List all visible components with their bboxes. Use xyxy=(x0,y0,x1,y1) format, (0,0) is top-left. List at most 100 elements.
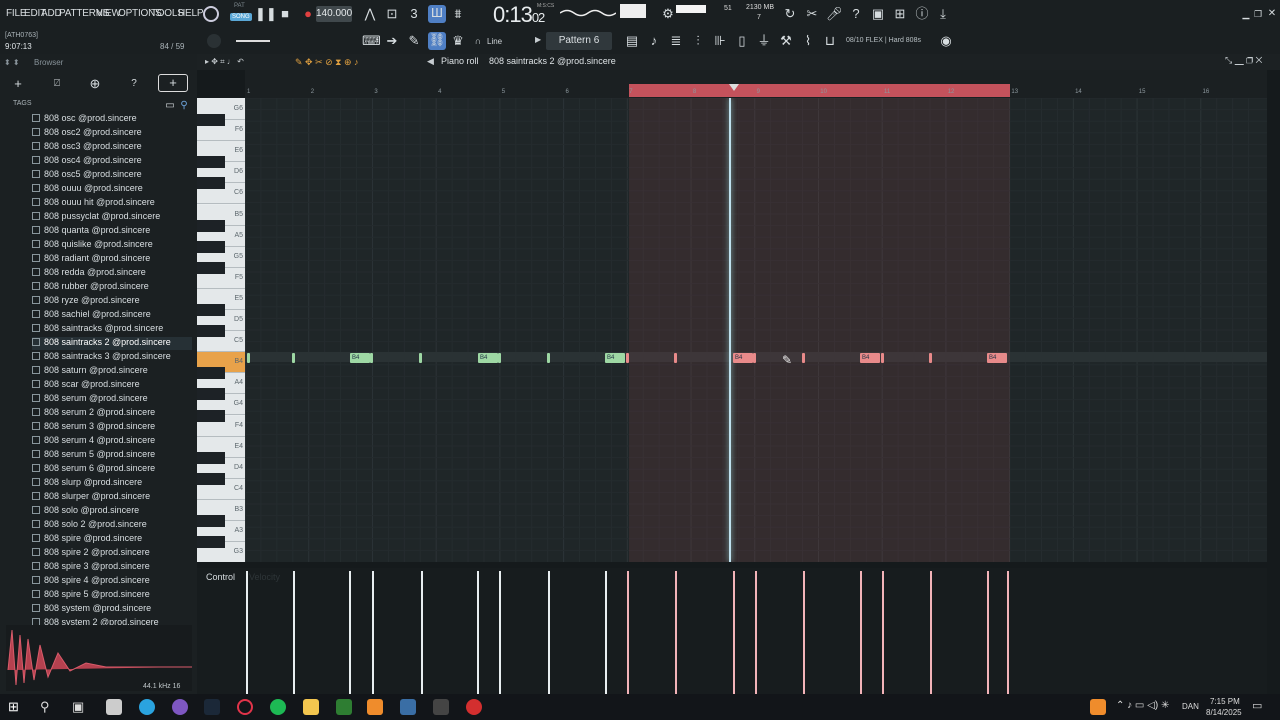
browser-item[interactable]: 808 ouuu hit @prod.sincere xyxy=(32,197,192,210)
browser-item[interactable]: 808 serum 2 @prod.sincere xyxy=(32,407,192,420)
snap-select[interactable]: Line xyxy=(487,37,502,46)
velocity-bar[interactable] xyxy=(421,571,423,694)
piano-black-key[interactable] xyxy=(197,156,225,169)
excel-app-icon[interactable] xyxy=(336,699,352,715)
browser-item[interactable]: 808 solo @prod.sincere xyxy=(32,505,192,518)
curve-icon[interactable]: ⍁ xyxy=(49,76,65,92)
browser-item[interactable]: 808 solo 2 @prod.sincere xyxy=(32,519,192,532)
browser-item[interactable]: 808 pussyclat @prod.sincere xyxy=(32,211,192,224)
pattern-selector[interactable]: Pattern 6 xyxy=(546,32,612,50)
browser-item[interactable]: 808 spire 2 @prod.sincere xyxy=(32,547,192,560)
velocity-bar[interactable] xyxy=(627,571,629,694)
telegram-app-icon[interactable] xyxy=(139,699,155,715)
file-icon[interactable]: ▯ xyxy=(734,33,750,49)
note[interactable] xyxy=(929,353,932,363)
timeline-ruler[interactable]: 1 2 3 4 5 6 7 8 9 10 11 12 13 14 15 16 xyxy=(245,70,1267,98)
browser-item[interactable]: 808 ryze @prod.sincere xyxy=(32,295,192,308)
main-volume-knob[interactable] xyxy=(207,34,221,48)
mixer-icon[interactable]: ⫶ xyxy=(690,33,706,49)
brush-icon[interactable]: ⌇ xyxy=(800,33,816,49)
mode-pat[interactable]: PAT xyxy=(234,3,245,9)
browser-item[interactable]: 808 radiant @prod.sincere xyxy=(32,253,192,266)
note[interactable] xyxy=(292,353,295,363)
speaker-icon[interactable]: ◀ xyxy=(427,56,434,67)
download-icon[interactable]: ⤓ xyxy=(935,6,951,22)
browser-item[interactable]: 808 ouuu @prod.sincere xyxy=(32,183,192,196)
tray-icons[interactable]: ⌃ ♪ ▭ ◁) ✳ xyxy=(1116,700,1169,711)
spotify-app-icon[interactable] xyxy=(270,699,286,715)
piano-black-key[interactable] xyxy=(197,409,225,422)
browser-item[interactable]: 808 osc2 @prod.sincere xyxy=(32,127,192,140)
app-icon-a[interactable] xyxy=(400,699,416,715)
browser-item[interactable]: 808 redda @prod.sincere xyxy=(32,267,192,280)
app-icon-c[interactable] xyxy=(466,699,482,715)
blend-icon[interactable]: ⩩ xyxy=(450,6,466,22)
note-grid[interactable]: B4 B4 B4 B4 B4 B4 ✎ xyxy=(245,98,1267,562)
magnet-icon[interactable]: ∩ xyxy=(470,33,486,49)
piano-black-key[interactable] xyxy=(197,325,225,338)
note[interactable] xyxy=(547,353,550,363)
piano-black-key[interactable] xyxy=(197,388,225,401)
pause-icon[interactable]: ❚❚ xyxy=(255,6,277,22)
step-edit-icon[interactable]: Ш xyxy=(428,5,446,23)
pencil-icon[interactable]: ✎ xyxy=(406,33,422,49)
velocity-bar[interactable] xyxy=(246,571,248,694)
arrow-icon[interactable]: ➔ xyxy=(384,33,400,49)
piano-roll-channel[interactable]: 808 saintracks 2 @prod.sincere xyxy=(489,56,616,66)
browser-item[interactable]: 808 spire 5 @prod.sincere xyxy=(32,589,192,602)
metronome-icon[interactable]: ⋀ xyxy=(362,6,378,22)
windows-start-icon[interactable]: ⊞ xyxy=(8,699,24,715)
search-icon[interactable]: ⚲ xyxy=(176,98,192,114)
browser-help-icon[interactable]: ? xyxy=(126,76,142,92)
link-icon[interactable]: ⛓ xyxy=(428,32,446,50)
note[interactable]: B4 xyxy=(860,353,880,363)
settings-app-icon[interactable] xyxy=(106,699,122,715)
note[interactable]: B4 xyxy=(605,353,625,363)
browser-item[interactable]: 808 saturn @prod.sincere xyxy=(32,365,192,378)
note[interactable]: B4 xyxy=(478,353,498,363)
note[interactable] xyxy=(802,353,805,363)
cart-icon[interactable]: ⊔ xyxy=(822,33,838,49)
browser-item[interactable]: 808 serum 6 @prod.sincere xyxy=(32,463,192,476)
task-view-icon[interactable]: ▣ xyxy=(72,699,88,715)
browser-item[interactable]: 808 system @prod.sincere xyxy=(32,603,192,616)
note[interactable] xyxy=(674,353,677,363)
playlist-icon[interactable]: ≣ xyxy=(668,33,684,49)
discord-app-icon[interactable] xyxy=(172,699,188,715)
loop-icon[interactable] xyxy=(203,6,219,22)
pr-tool-icons[interactable]: ▸ ✥ ⌗ ♩ ↶ xyxy=(205,57,244,67)
velocity-bar[interactable] xyxy=(499,571,501,694)
browser-item[interactable]: 808 spire 4 @prod.sincere xyxy=(32,575,192,588)
help-icon[interactable]: ? xyxy=(848,6,864,22)
control-target[interactable]: Velocity xyxy=(249,572,280,582)
piano-roll-icon[interactable]: ♪ xyxy=(646,33,662,49)
velocity-bar[interactable] xyxy=(803,571,805,694)
explorer-app-icon[interactable] xyxy=(303,699,319,715)
browser-item[interactable]: 808 quislike @prod.sincere xyxy=(32,239,192,252)
notifications-icon[interactable]: ▭ xyxy=(1252,699,1268,715)
note[interactable] xyxy=(626,353,629,363)
save-icon[interactable]: ▣ xyxy=(870,6,886,22)
velocity-bar[interactable] xyxy=(675,571,677,694)
wait-icon[interactable]: ⊡ xyxy=(384,6,400,22)
tool-icon[interactable]: ⚒ xyxy=(778,33,794,49)
velocity-bar[interactable] xyxy=(930,571,932,694)
note[interactable] xyxy=(247,353,250,363)
velocity-bar[interactable] xyxy=(349,571,351,694)
browser-item[interactable]: 808 saintracks 3 @prod.sincere xyxy=(32,351,192,364)
piano-keyboard[interactable]: G6 F6 E6 D6 C6 B5 A5 G5 F5 E5 D5 C5 B4 A4 G4 F4 E4 D4 C4 B3… xyxy=(197,98,245,562)
note[interactable] xyxy=(881,353,884,363)
refresh-icon[interactable]: ↻ xyxy=(782,6,798,22)
browser-item[interactable]: 808 saintracks 2 @prod.sincere xyxy=(32,337,192,350)
search-taskbar-icon[interactable]: ⚲ xyxy=(40,699,56,715)
note[interactable]: B4 xyxy=(987,353,1007,363)
tempo-display[interactable]: 140.000 xyxy=(316,6,352,22)
time-format-label[interactable]: M:S:CS xyxy=(537,3,554,9)
velocity-bar[interactable] xyxy=(293,571,295,694)
browser-item[interactable]: 808 saintracks @prod.sincere xyxy=(32,323,192,336)
browser-item[interactable]: 808 serum 4 @prod.sincere xyxy=(32,435,192,448)
piano-black-key[interactable] xyxy=(197,515,225,527)
globe-icon[interactable]: ⊕ xyxy=(87,76,103,92)
event-editor[interactable]: Control Velocity xyxy=(197,568,1267,694)
keyboard-icon[interactable]: ⌨ xyxy=(362,33,381,49)
